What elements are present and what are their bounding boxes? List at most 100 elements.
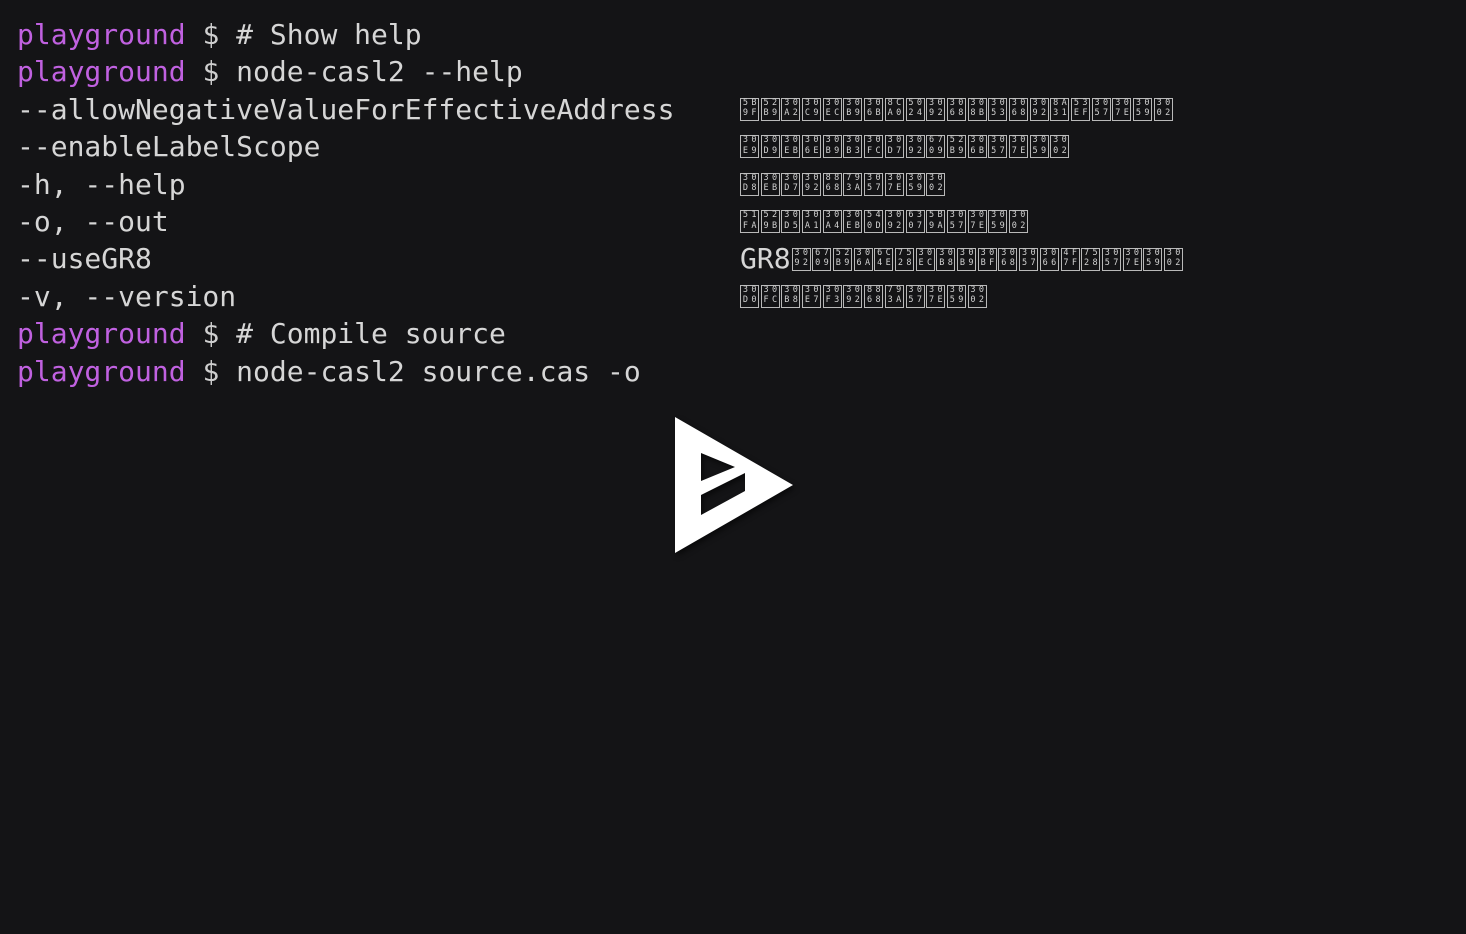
missing-glyph-run: 51FA529B30D530A130A430EB540D309263075B9A… [740, 210, 1030, 234]
missing-glyph-box: 3092 [884, 210, 904, 234]
prompt-host: playground [17, 18, 186, 51]
missing-glyph-box: 793A [884, 284, 904, 308]
missing-glyph-box: 30A4 [822, 210, 842, 234]
missing-glyph-box: 3068 [1008, 97, 1028, 121]
missing-glyph-box: 30D0 [740, 284, 759, 308]
play-button[interactable] [673, 415, 795, 555]
prompt-symbol: $ [202, 317, 220, 351]
missing-glyph-box: 3059 [1029, 135, 1049, 159]
terminal-line: -h, --help 3 0 D 8 3 0 E B 3 0 D 7 3 0 9 2 8 8 6 8 7 9 3 A 3 0 5 7 3 0… [17, 166, 1466, 203]
option-description: 30E930D930EB306E30B930B330FC30D730926709… [740, 128, 1071, 165]
terminal-line: -o, --out 5 1 F A 5 2 9 B 3 0 D 5 3 0 A 1 3 0 A 4 3 0 E B 5 4 0 D 3 0 9… [17, 203, 1466, 240]
terminal-line: --useGR8 GR8 3 0 9 2 6 7 0 9 5 2 B 9 3 0 6 A 6 C 4 E 7 5 2 8 3 0 E C 3… [17, 240, 1466, 277]
missing-glyph-box: 30FC [864, 135, 884, 159]
missing-glyph-box: 8868 [822, 172, 842, 196]
terminal-line: -v, --version 3 0 D 0 3 0 F C 3 0 B 8 3 0 E 7 3 0 F 3 3 0 9 2 8 8 6… [17, 278, 1466, 315]
missing-glyph-box: 307E [1112, 97, 1132, 121]
missing-glyph-box: 6307 [905, 210, 925, 234]
missing-glyph-box: 306E [802, 135, 822, 159]
missing-glyph-run: 30D030FC30B830E730F330928868793A3057307E… [740, 284, 988, 308]
option-description: GR8 3 0 9 2 6 7 0 9 5 2 B 9 3 0 6 A 6 C 4 E 7 5 2 8 3 0 E C 3 0 B 8 3 0 B 9 3… [740, 240, 1185, 277]
prompt-host: playground [17, 55, 186, 89]
missing-glyph-box: 51FA [740, 210, 759, 234]
missing-glyph-run: 5B9F52B930A230C930EC30B9306B8CA050243092… [740, 97, 1174, 121]
missing-glyph-box: 30A2 [781, 97, 801, 121]
missing-glyph-box: 4F7F [1060, 247, 1080, 271]
missing-glyph-box: 3059 [1133, 97, 1153, 121]
missing-glyph-box: 30B9 [843, 97, 863, 121]
missing-glyph-box: 3068 [946, 97, 966, 121]
missing-glyph-box: 52B9 [760, 97, 780, 121]
missing-glyph-box: 5B9F [740, 97, 759, 121]
missing-glyph-box: 53EF [1071, 97, 1090, 121]
missing-glyph-box: 307E [926, 284, 946, 308]
missing-glyph-box: 306B [967, 135, 987, 159]
missing-glyph-box: 3053 [988, 97, 1008, 121]
missing-glyph-box: 3092 [802, 172, 822, 196]
missing-glyph-box: 3002 [1163, 247, 1183, 271]
missing-glyph-box: 8CA0 [884, 97, 904, 121]
missing-glyph-box: 5B9A [926, 210, 946, 234]
option-flag: --enableLabelScope [17, 130, 321, 164]
option-flag: -v, --version [17, 279, 237, 313]
terminal-line: playground $ node-casl2 source.cas -o [17, 353, 1466, 390]
missing-glyph-box: 7528 [895, 247, 915, 271]
missing-glyph-box: 5024 [905, 97, 925, 121]
option-flag: --useGR8 [17, 242, 152, 276]
missing-glyph-box: 8A31 [1050, 97, 1070, 121]
missing-glyph-box: 3092 [905, 135, 925, 159]
missing-glyph-box: 3057 [1019, 247, 1039, 271]
missing-glyph-box: 3002 [926, 172, 946, 196]
missing-glyph-box: 30C9 [802, 97, 822, 121]
missing-glyph-box: 3002 [967, 284, 987, 308]
missing-glyph-box: 7528 [1081, 247, 1101, 271]
missing-glyph-box: 3059 [946, 284, 966, 308]
missing-glyph-box: 3002 [1008, 210, 1028, 234]
missing-glyph-box: 3002 [1153, 97, 1173, 121]
prompt-host: playground [17, 317, 186, 351]
option-description: 51FA529B30D530A130A430EB540D309263075B9A… [740, 203, 1030, 240]
command-text: # Show help [236, 18, 422, 51]
missing-glyph-box: 30E7 [802, 284, 822, 308]
missing-glyph-box: 30EB [760, 172, 780, 196]
missing-glyph-box: 3002 [1050, 135, 1070, 159]
missing-glyph-box: 30B9 [957, 247, 977, 271]
missing-glyph-run: 30D830EB30D730928868793A3057307E30593002 [740, 172, 947, 196]
missing-glyph-box: 3057 [1101, 247, 1121, 271]
missing-glyph-box: 30D8 [740, 172, 759, 196]
missing-glyph-box: 30D9 [760, 135, 780, 159]
missing-glyph-box: 30EC [822, 97, 842, 121]
missing-glyph-box: 3092 [791, 247, 811, 271]
missing-glyph-box: 8868 [864, 284, 884, 308]
missing-glyph-box: 307E [884, 172, 904, 196]
missing-glyph-run: 3092670952B9306A6C4E752830EC30B830B930BF… [791, 247, 1185, 271]
option-description-ascii: GR8 [740, 242, 791, 276]
missing-glyph-box: 306B [864, 97, 884, 121]
missing-glyph-run: 30E930D930EB306E30B930B330FC30D730926709… [740, 135, 1071, 159]
prompt-host: playground [17, 354, 186, 388]
command-text: node-casl2 --help [236, 55, 523, 89]
missing-glyph-box: 3057 [905, 284, 925, 308]
missing-glyph-box: 793A [843, 172, 863, 196]
missing-glyph-box: 3059 [988, 210, 1008, 234]
missing-glyph-box: 6709 [812, 247, 832, 271]
missing-glyph-box: 3068 [998, 247, 1018, 271]
missing-glyph-box: 307E [1008, 135, 1028, 159]
terminal-line: playground $ # Show help [17, 16, 1466, 53]
prompt-symbol: $ [202, 18, 220, 51]
missing-glyph-box: 529B [760, 210, 780, 234]
missing-glyph-box: 540D [864, 210, 884, 234]
missing-glyph-box: 30EC [915, 247, 935, 271]
terminal-line: playground $ node-casl2 --help [17, 53, 1466, 90]
missing-glyph-box: 30EB [781, 135, 801, 159]
missing-glyph-box: 30D7 [781, 172, 801, 196]
missing-glyph-box: 52B9 [946, 135, 966, 159]
missing-glyph-box: 3059 [1143, 247, 1163, 271]
missing-glyph-box: 6709 [926, 135, 946, 159]
terminal-line: --enableLabelScope 3 0 E 9 3 0 D 9 3 0 E B 3 0 6 E 3 0 B 9 3 0… [17, 128, 1466, 165]
missing-glyph-box: 30BF [977, 247, 997, 271]
